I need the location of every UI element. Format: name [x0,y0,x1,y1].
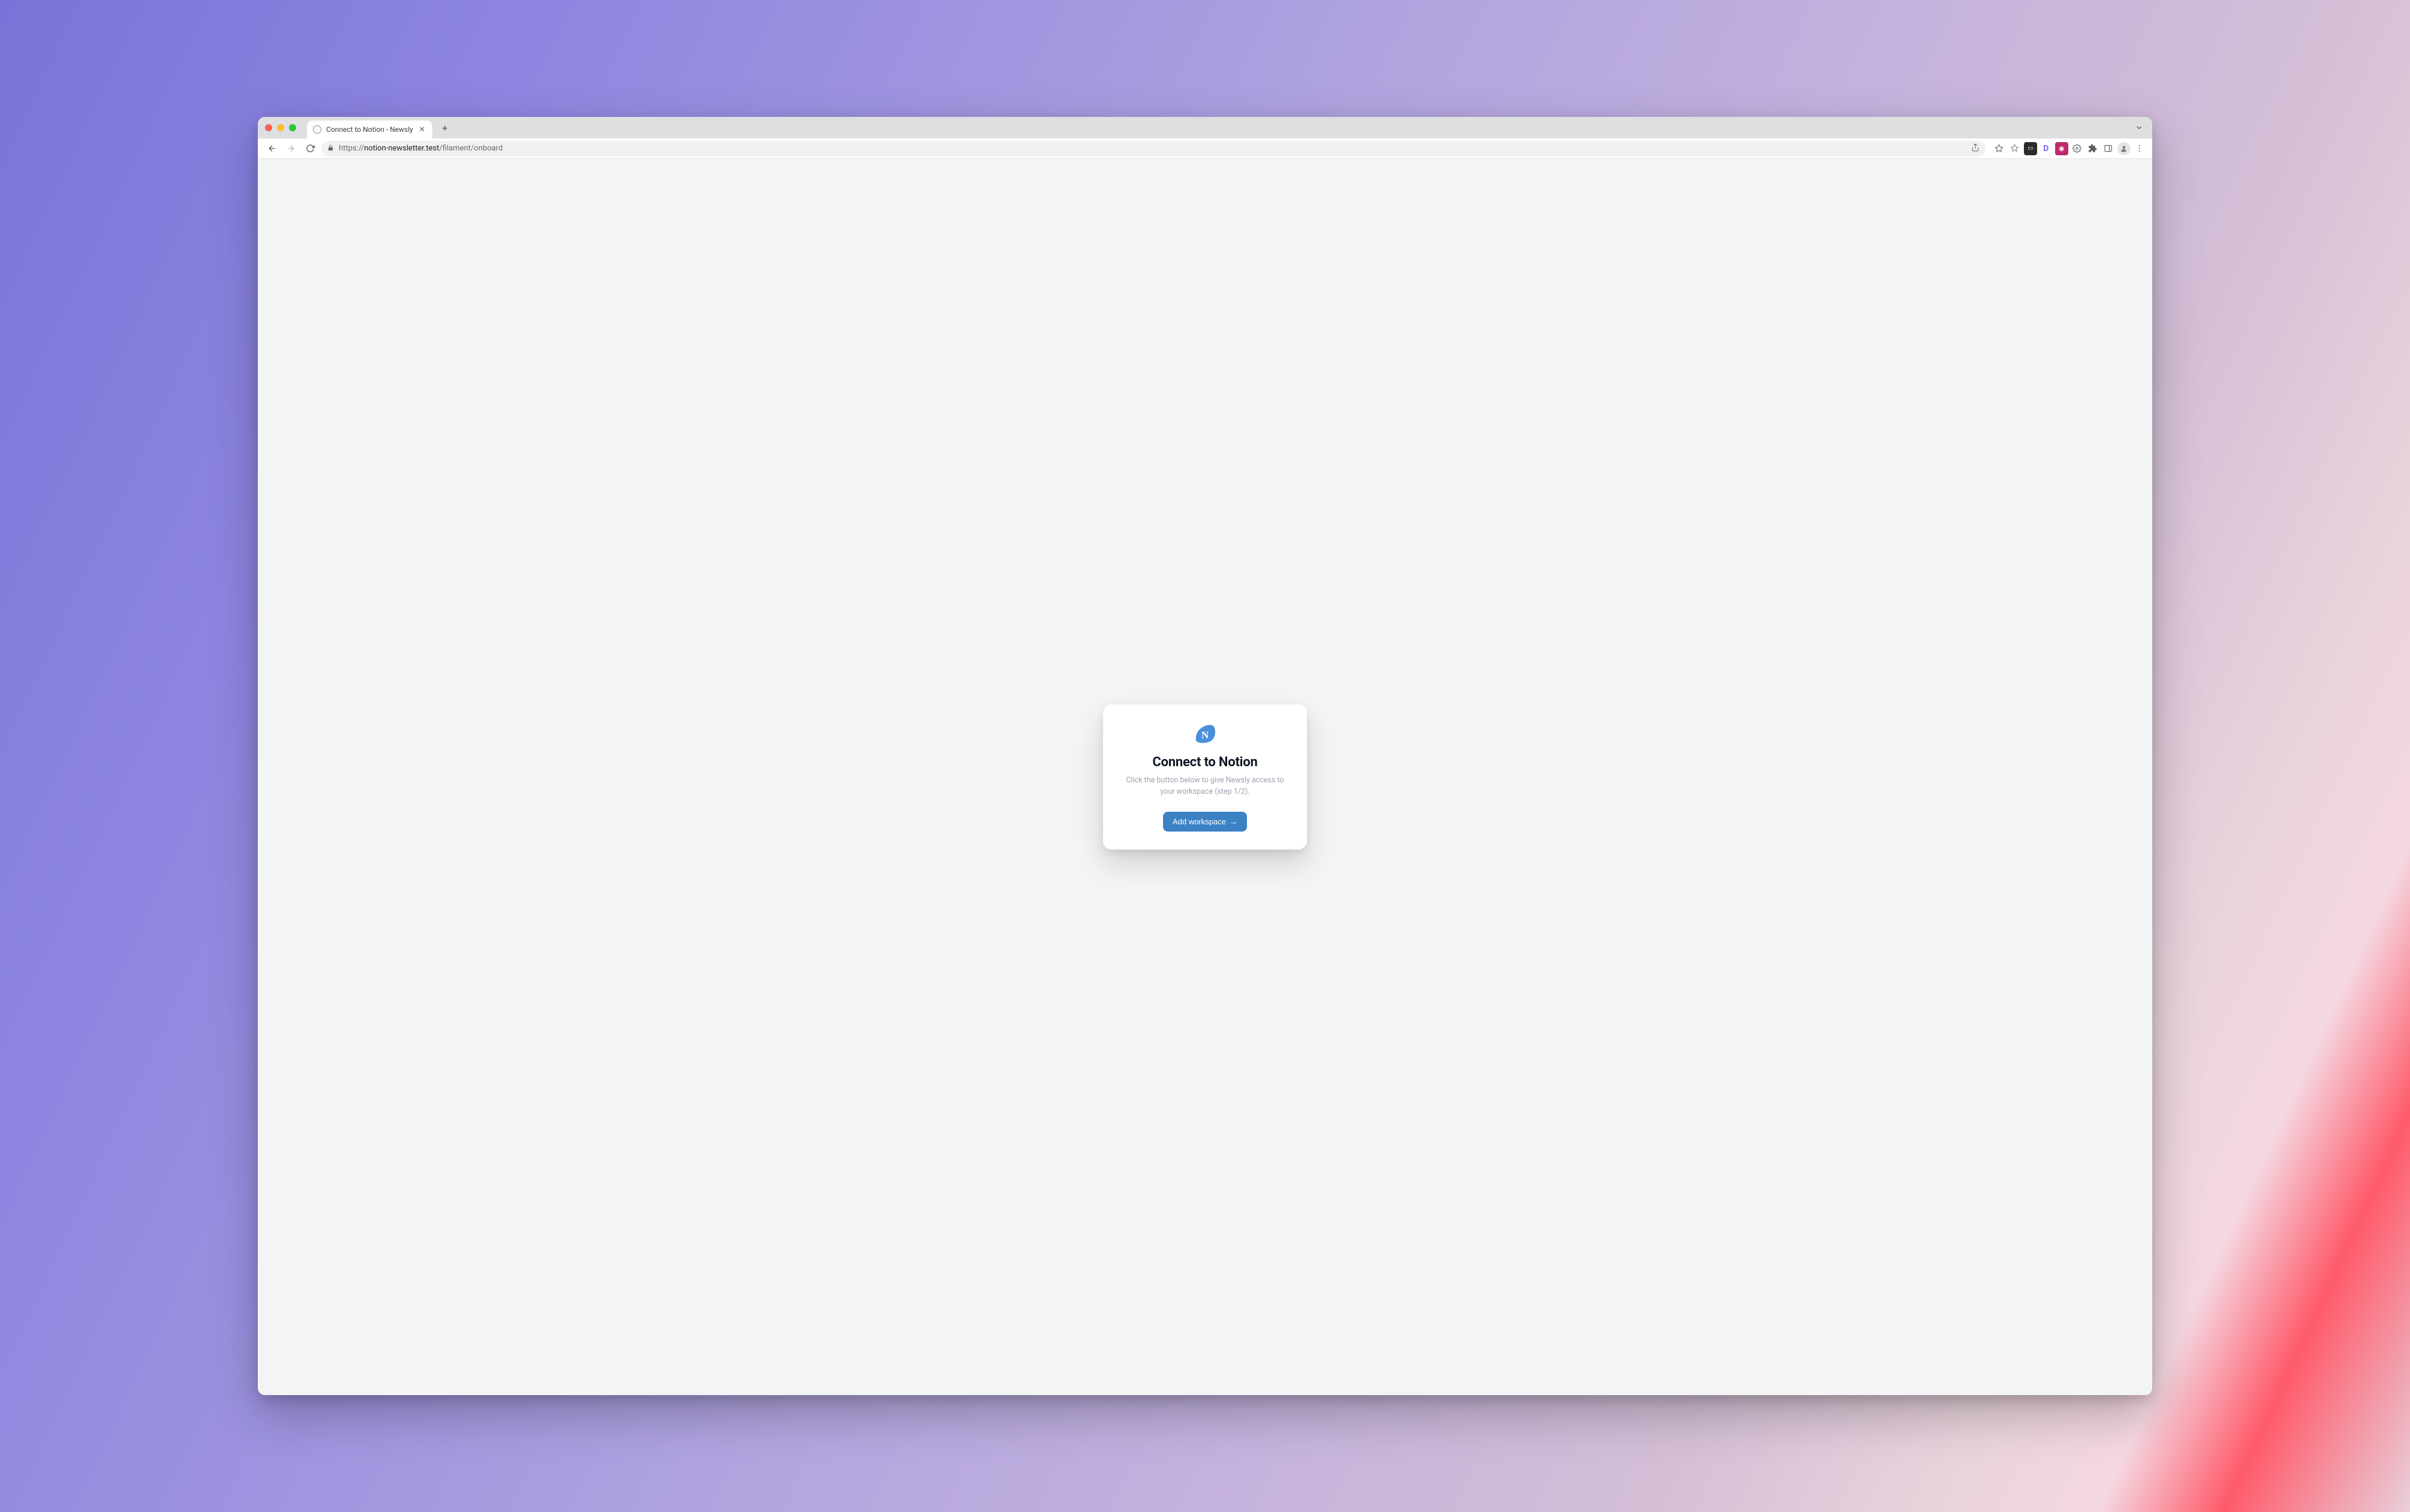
window-minimize-button[interactable] [277,124,284,131]
chevron-down-icon [2135,124,2143,131]
tab-title: Connect to Notion - Newsly [326,125,413,134]
extension-icon[interactable]: D [2040,142,2053,155]
close-icon[interactable]: ✕ [418,125,426,134]
new-tab-button[interactable]: + [437,120,453,135]
extensions-menu-icon[interactable] [2086,142,2099,155]
browser-tab[interactable]: Connect to Notion - Newsly ✕ [307,121,432,138]
tab-strip: Connect to Notion - Newsly ✕ + [258,117,2152,138]
window-fullscreen-button[interactable] [289,124,296,131]
forward-button[interactable] [283,141,299,156]
add-workspace-button[interactable]: Add workspace → [1163,812,1247,832]
back-button[interactable] [264,141,279,156]
browser-menu-icon[interactable] [2133,142,2146,155]
profile-avatar-icon[interactable] [2117,142,2131,155]
card-subtext: Click the button below to give Newsly ac… [1120,775,1290,798]
tabs-dropdown-button[interactable] [2133,120,2145,136]
url-text: https://notion-newsletter.test/filament/… [339,144,502,153]
card-heading: Connect to Notion [1120,755,1290,770]
lock-icon [327,144,334,153]
share-icon[interactable] [1971,143,1980,154]
page-viewport: N Connect to Notion Click the button bel… [258,159,2152,1394]
globe-icon [313,125,321,134]
window-controls [265,124,296,131]
settings-icon[interactable] [2071,142,2084,155]
url-scheme: https:// [339,144,364,153]
window-close-button[interactable] [265,124,272,131]
button-label: Add workspace [1173,817,1226,826]
onboard-card: N Connect to Notion Click the button bel… [1103,704,1307,850]
toolbar-right: ▭ D ◉ [1993,142,2146,155]
bookmark-star-icon[interactable] [1993,142,2006,155]
logo-letter: N [1201,729,1209,740]
extension-icon[interactable] [2008,142,2022,155]
extension-icon[interactable]: ▭ [2024,142,2037,155]
reload-button[interactable] [302,141,318,156]
extension-icon[interactable]: ◉ [2055,142,2068,155]
app-logo: N [1194,724,1216,744]
browser-window: Connect to Notion - Newsly ✕ + https://n… [258,117,2152,1394]
browser-toolbar: https://notion-newsletter.test/filament/… [258,138,2152,159]
arrow-right-icon: → [1230,817,1237,826]
side-panel-icon[interactable] [2102,142,2115,155]
url-path: /filament/onboard [439,144,503,153]
address-bar[interactable]: https://notion-newsletter.test/filament/… [321,141,1986,156]
url-host: notion-newsletter.test [364,144,439,153]
